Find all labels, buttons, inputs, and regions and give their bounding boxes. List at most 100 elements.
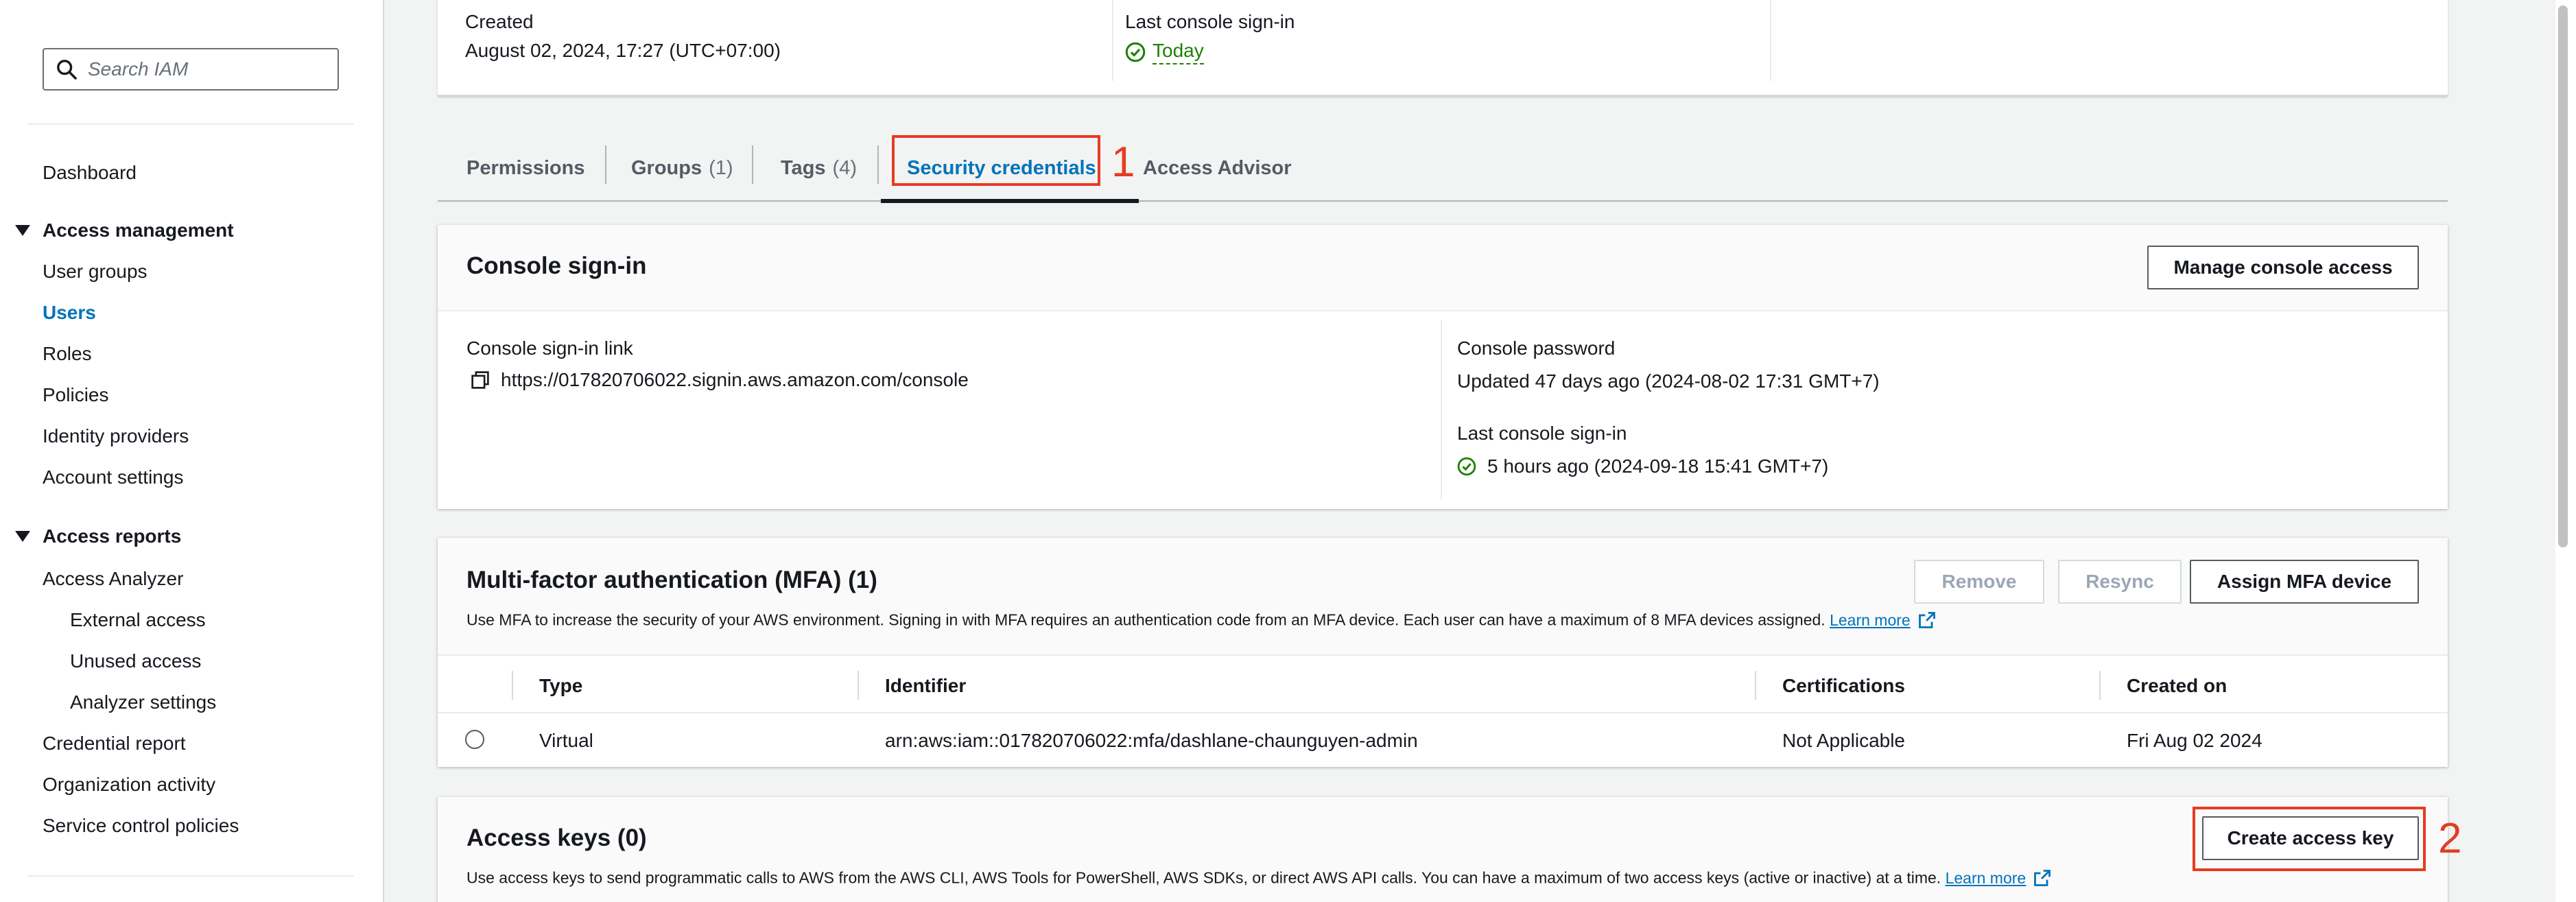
check-circle-icon bbox=[1125, 42, 1146, 62]
console-signin-card: Console sign-in Manage console access Co… bbox=[438, 225, 2448, 509]
annotation-number-1: 1 bbox=[1111, 139, 1135, 186]
mfa-type-cell: Virtual bbox=[539, 730, 593, 751]
tab-permissions[interactable]: Permissions bbox=[466, 136, 584, 200]
nav-dashboard[interactable]: Dashboard bbox=[43, 162, 137, 184]
copy-icon[interactable] bbox=[471, 370, 490, 390]
user-summary-card: Created August 02, 2024, 17:27 (UTC+07:0… bbox=[438, 0, 2448, 96]
mfa-resync-button[interactable]: Resync bbox=[2058, 560, 2182, 604]
external-link-icon bbox=[1918, 612, 1935, 628]
column-header-certifications: Certifications bbox=[1782, 675, 1905, 696]
tab-access-advisor[interactable]: Access Advisor bbox=[1143, 136, 1292, 200]
card-header: Access keys (0) Use access keys to send … bbox=[438, 797, 2448, 902]
access-keys-description-text: Use access keys to send programmatic cal… bbox=[466, 868, 1941, 887]
created-label: Created bbox=[465, 11, 534, 32]
scrollbar-thumb[interactable] bbox=[2558, 5, 2568, 547]
last-console-signin-text: 5 hours ago (2024-09-18 15:41 GMT+7) bbox=[1487, 455, 1829, 477]
nav-access-analyzer[interactable]: Access Analyzer bbox=[43, 568, 183, 590]
tab-label: Groups bbox=[631, 156, 702, 179]
manage-console-access-button[interactable]: Manage console access bbox=[2147, 246, 2419, 289]
last-console-signin-label: Last console sign-in bbox=[1457, 423, 1627, 444]
mfa-remove-button[interactable]: Remove bbox=[1914, 560, 2044, 604]
last-signin-label: Last console sign-in bbox=[1125, 11, 1295, 32]
mfa-description-text: Use MFA to increase the security of your… bbox=[466, 610, 1825, 629]
nav-policies[interactable]: Policies bbox=[43, 384, 108, 406]
column-header-type: Type bbox=[539, 675, 583, 696]
tab-label: Tags bbox=[781, 156, 826, 179]
column-separator bbox=[858, 671, 859, 700]
sidebar-divider bbox=[27, 123, 354, 125]
learn-more-text: Learn more bbox=[1945, 868, 2026, 887]
tab-separator bbox=[752, 145, 753, 184]
nav-roles[interactable]: Roles bbox=[43, 343, 92, 365]
tab-count: (1) bbox=[709, 156, 733, 179]
mfa-learn-more-link[interactable]: Learn more bbox=[1830, 610, 1937, 630]
nav-users[interactable]: Users bbox=[43, 302, 96, 324]
console-password-value: Updated 47 days ago (2024-08-02 17:31 GM… bbox=[1457, 370, 1880, 392]
nav-section-access-management[interactable]: Access management bbox=[15, 219, 234, 241]
nav-section-label: Access reports bbox=[43, 525, 182, 547]
tab-label: Access Advisor bbox=[1143, 156, 1292, 179]
tab-separator bbox=[877, 145, 879, 184]
card-header: Multi-factor authentication (MFA) (1) Us… bbox=[438, 538, 2448, 656]
console-password-label: Console password bbox=[1457, 337, 1616, 359]
mfa-certifications-cell: Not Applicable bbox=[1782, 730, 1906, 751]
search-box[interactable] bbox=[43, 48, 339, 91]
external-link-icon bbox=[2034, 870, 2051, 886]
signin-link-label: Console sign-in link bbox=[466, 337, 633, 359]
nav-unused-access[interactable]: Unused access bbox=[70, 650, 201, 672]
search-input[interactable] bbox=[88, 58, 335, 80]
card-title: Console sign-in bbox=[466, 252, 647, 279]
access-keys-card: Access keys (0) Use access keys to send … bbox=[438, 797, 2448, 902]
caret-down-icon bbox=[15, 225, 30, 236]
assign-mfa-device-button[interactable]: Assign MFA device bbox=[2190, 560, 2419, 604]
table-divider bbox=[438, 712, 2448, 713]
access-keys-learn-more-link[interactable]: Learn more bbox=[1946, 868, 2053, 888]
last-signin-value[interactable]: Today bbox=[1153, 40, 1204, 64]
nav-section-label: Access management bbox=[43, 219, 234, 241]
caret-down-icon bbox=[15, 531, 30, 542]
check-circle-icon bbox=[1457, 457, 1476, 476]
user-detail-tabs: Permissions Groups (1) Tags (4) Security… bbox=[438, 136, 2448, 203]
nav-credential-report[interactable]: Credential report bbox=[43, 733, 186, 755]
nav-external-access[interactable]: External access bbox=[70, 609, 206, 631]
nav-organization-activity[interactable]: Organization activity bbox=[43, 774, 215, 796]
mfa-identifier-cell: arn:aws:iam::017820706022:mfa/dashlane-c… bbox=[885, 730, 1418, 751]
column-separator bbox=[2099, 671, 2101, 700]
access-keys-description: Use access keys to send programmatic cal… bbox=[466, 868, 2052, 888]
learn-more-text: Learn more bbox=[1830, 610, 1911, 629]
column-header-identifier: Identifier bbox=[885, 675, 967, 696]
column-divider bbox=[1441, 320, 1442, 499]
tab-label: Permissions bbox=[466, 156, 585, 179]
last-signin-status: Today bbox=[1125, 40, 1204, 64]
nav-section-access-reports[interactable]: Access reports bbox=[15, 525, 181, 547]
card-title: Multi-factor authentication (MFA) (1) bbox=[466, 567, 877, 593]
created-value: August 02, 2024, 17:27 (UTC+07:00) bbox=[465, 40, 781, 61]
tab-tags[interactable]: Tags (4) bbox=[781, 136, 857, 200]
card-header: Console sign-in Manage console access bbox=[438, 225, 2448, 311]
last-console-signin-value: 5 hours ago (2024-09-18 15:41 GMT+7) bbox=[1457, 455, 1828, 477]
card-title: Access keys (0) bbox=[466, 824, 647, 851]
column-divider bbox=[1112, 0, 1113, 81]
nav-identity-providers[interactable]: Identity providers bbox=[43, 425, 189, 447]
nav-user-groups[interactable]: User groups bbox=[43, 261, 147, 283]
annotation-number-2: 2 bbox=[2438, 815, 2462, 862]
mfa-description: Use MFA to increase the security of your… bbox=[466, 610, 1937, 630]
mfa-card: Multi-factor authentication (MFA) (1) Us… bbox=[438, 538, 2448, 767]
tab-groups[interactable]: Groups (1) bbox=[631, 136, 733, 200]
column-separator bbox=[512, 671, 513, 700]
column-divider bbox=[1770, 0, 1771, 81]
active-tab-indicator bbox=[881, 199, 1139, 203]
annotation-box-1 bbox=[892, 135, 1100, 186]
signin-link-value: https://017820706022.signin.aws.amazon.c… bbox=[471, 369, 969, 391]
search-icon bbox=[57, 60, 77, 80]
annotation-box-2 bbox=[2193, 807, 2426, 871]
nav-service-control-policies[interactable]: Service control policies bbox=[43, 815, 239, 837]
mfa-row-radio[interactable] bbox=[465, 730, 484, 749]
signin-link-text: https://017820706022.signin.aws.amazon.c… bbox=[501, 369, 969, 390]
sidebar-divider bbox=[27, 875, 354, 877]
column-separator bbox=[1755, 671, 1756, 700]
nav-account-settings[interactable]: Account settings bbox=[43, 466, 183, 488]
nav-analyzer-settings[interactable]: Analyzer settings bbox=[70, 691, 216, 713]
tab-separator bbox=[605, 145, 606, 184]
mfa-created-on-cell: Fri Aug 02 2024 bbox=[2127, 730, 2262, 751]
